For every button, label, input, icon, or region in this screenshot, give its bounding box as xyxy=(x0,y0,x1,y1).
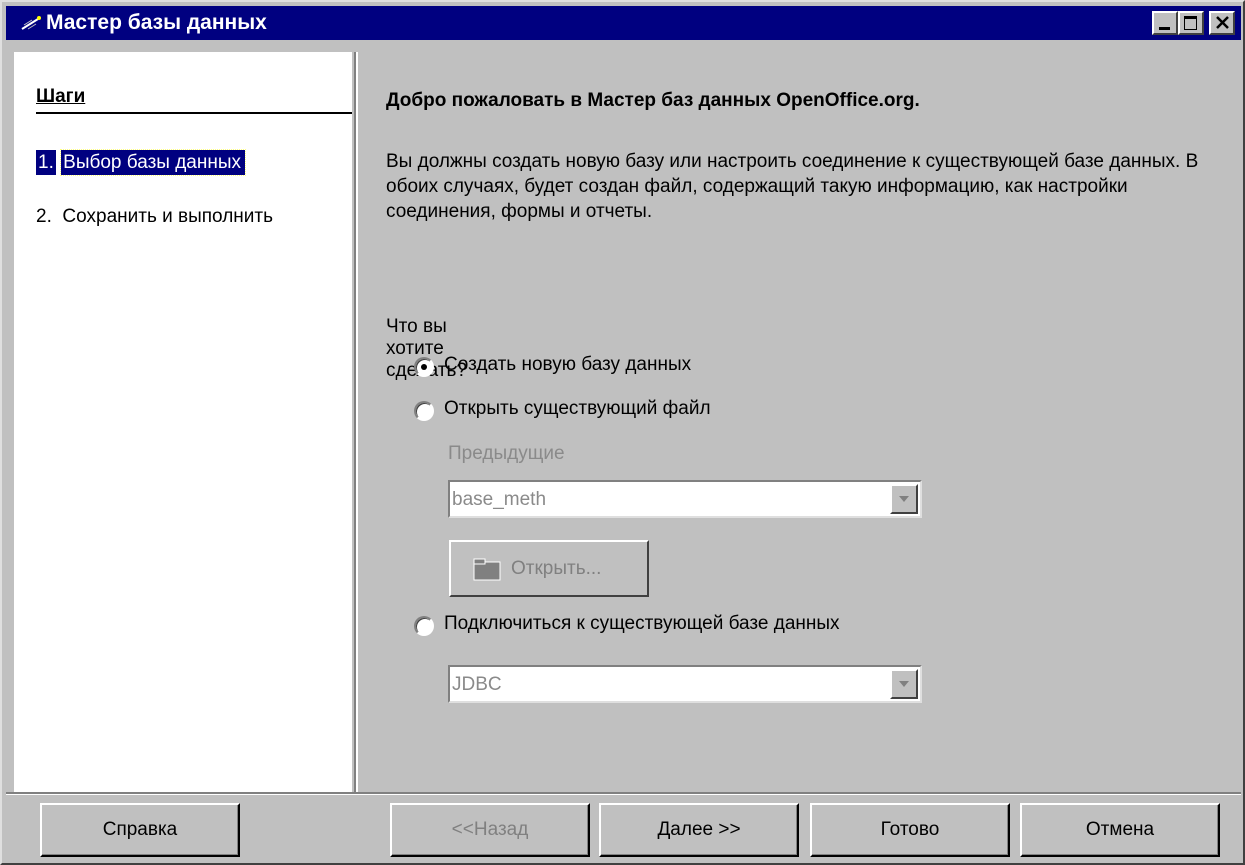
open-existing-file-label[interactable]: Открыть существующий файл xyxy=(444,398,711,420)
open-existing-file-radio[interactable] xyxy=(414,401,434,421)
steps-heading: Шаги xyxy=(36,86,86,107)
step-number: 1. xyxy=(36,150,56,175)
dropdown-arrow-button[interactable] xyxy=(890,484,918,514)
folder-icon xyxy=(473,558,501,581)
minimize-button[interactable] xyxy=(1152,11,1178,35)
connection-type-dropdown[interactable]: JDBC xyxy=(448,665,922,703)
steps-pane: Шаги 1. Выбор базы данных 2. Сохранить и… xyxy=(14,52,352,792)
title-bar[interactable]: Мастер базы данных xyxy=(6,6,1241,40)
connection-type-value: JDBC xyxy=(452,674,502,695)
step-number: 2. xyxy=(36,206,52,227)
pane-splitter xyxy=(354,52,358,792)
recent-label: Предыдущие xyxy=(448,443,565,464)
wizard-wand-icon xyxy=(21,16,41,30)
connect-existing-database-label[interactable]: Подключиться к существующей базе данных xyxy=(444,613,840,635)
finish-button[interactable]: Готово xyxy=(810,803,1010,857)
step-label: Сохранить и выполнить xyxy=(62,206,273,227)
close-icon xyxy=(1216,16,1229,29)
window-title: Мастер базы данных xyxy=(46,11,267,34)
dropdown-arrow-button[interactable] xyxy=(890,669,918,699)
footer-divider xyxy=(6,792,1241,795)
next-button[interactable]: Далее >> xyxy=(599,803,799,857)
open-file-button[interactable]: Открыть... xyxy=(449,540,649,597)
welcome-heading: Добро пожаловать в Мастер баз данных Ope… xyxy=(386,90,920,111)
steps-divider xyxy=(36,112,352,114)
database-wizard-window: Мастер базы данных Шаги 1. Выбор базы да… xyxy=(0,0,1245,865)
cancel-button[interactable]: Отмена xyxy=(1020,803,1220,857)
step-label: Выбор базы данных xyxy=(60,149,247,176)
intro-text: Вы должны создать новую базу или настрои… xyxy=(386,151,1199,222)
close-button[interactable] xyxy=(1209,11,1235,35)
step-save-and-proceed[interactable]: 2. Сохранить и выполнить xyxy=(36,206,273,228)
minimize-icon xyxy=(1159,27,1170,30)
maximize-icon xyxy=(1184,16,1197,30)
chevron-down-icon xyxy=(899,681,909,687)
open-button-label: Открыть... xyxy=(511,558,602,579)
back-button[interactable]: <<Назад xyxy=(390,803,590,857)
chevron-down-icon xyxy=(899,496,909,502)
create-new-database-radio[interactable] xyxy=(414,357,434,377)
step-select-database[interactable]: 1. Выбор базы данных xyxy=(36,149,247,176)
recent-files-dropdown[interactable]: base_meth xyxy=(448,480,922,518)
connect-existing-database-radio[interactable] xyxy=(414,616,434,636)
help-button[interactable]: Справка xyxy=(40,803,240,857)
create-new-database-label[interactable]: Создать новую базу данных xyxy=(444,354,691,376)
maximize-button[interactable] xyxy=(1178,11,1204,35)
recent-files-value: base_meth xyxy=(452,489,547,510)
